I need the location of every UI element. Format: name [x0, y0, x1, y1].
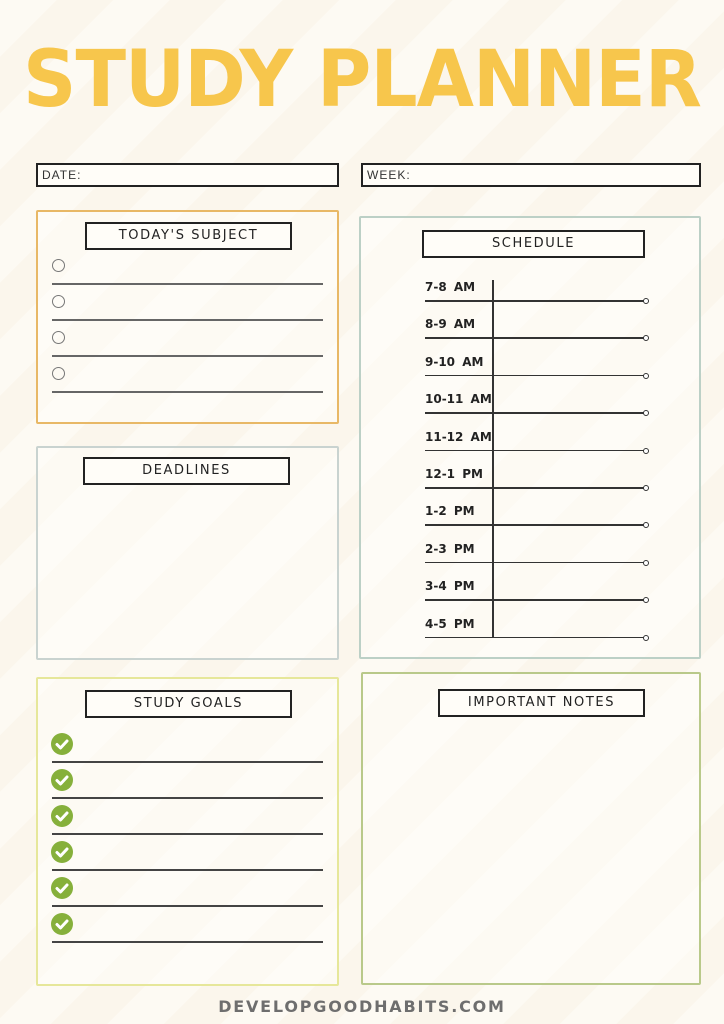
schedule-panel: SCHEDULE: [359, 216, 701, 659]
check-circle-icon: [51, 805, 73, 827]
important-notes-heading: IMPORTANT NOTES: [438, 689, 645, 717]
deadlines-panel[interactable]: DEADLINES: [36, 446, 339, 660]
goal-writing-line: [52, 941, 323, 943]
study-goals-panel: STUDY GOALS: [36, 677, 339, 986]
goal-writing-line: [52, 905, 323, 907]
study-goals-heading: STUDY GOALS: [85, 690, 292, 718]
line-end-dot-icon: [643, 447, 649, 454]
subject-writing-line: [52, 283, 323, 285]
time-slot-label: 10-11 AM: [425, 392, 492, 407]
checkbox-circle-icon[interactable]: [52, 259, 65, 272]
schedule-line: [425, 337, 645, 339]
week-label: WEEK:: [367, 168, 411, 182]
goal-writing-line: [52, 833, 323, 835]
checkbox-circle-icon[interactable]: [52, 367, 65, 380]
subject-writing-line: [52, 391, 323, 393]
todays-subject-heading: TODAY'S SUBJECT: [85, 222, 292, 250]
page-title: STUDY PLANNER: [23, 35, 702, 125]
deadlines-heading: DEADLINES: [83, 457, 290, 485]
schedule-line: [425, 374, 645, 377]
line-end-dot-icon: [643, 298, 649, 304]
time-slot-label: 4-5 PM: [425, 616, 475, 631]
important-notes-panel[interactable]: IMPORTANT NOTES: [361, 672, 701, 985]
line-end-dot-icon: [643, 485, 649, 491]
time-slot-label: 7-8 AM: [425, 280, 476, 294]
time-slot-label: 3-4 PM: [425, 579, 475, 594]
date-field[interactable]: DATE:: [36, 163, 339, 187]
time-slot-label: 1-2 PM: [425, 504, 475, 519]
subject-writing-line: [52, 319, 323, 321]
check-circle-icon: [51, 733, 73, 755]
time-slot-label: 11-12 AM: [425, 429, 492, 444]
check-circle-icon: [51, 769, 73, 791]
check-circle-icon: [51, 841, 73, 863]
schedule-line: [425, 524, 645, 526]
schedule-line: [425, 300, 645, 302]
time-slot-label: 2-3 PM: [425, 541, 475, 556]
checkbox-circle-icon[interactable]: [52, 331, 65, 344]
goal-writing-line: [52, 797, 323, 799]
time-slot-label: 8-9 AM: [425, 317, 476, 332]
checkbox-circle-icon[interactable]: [52, 295, 65, 308]
subject-writing-line: [52, 355, 323, 357]
check-circle-icon: [51, 913, 73, 935]
date-label: DATE:: [42, 168, 82, 182]
schedule-line: [425, 636, 645, 639]
schedule-heading: SCHEDULE: [422, 230, 645, 258]
time-slot-label: 12-1 PM: [425, 467, 483, 481]
schedule-line: [425, 599, 645, 601]
check-circle-icon: [51, 877, 73, 899]
goal-writing-line: [52, 869, 323, 871]
schedule-line: [425, 487, 645, 489]
line-end-dot-icon: [643, 372, 649, 379]
schedule-line: [425, 412, 645, 414]
schedule-line: [425, 449, 645, 452]
week-field[interactable]: WEEK:: [361, 163, 701, 187]
schedule-line: [425, 561, 645, 564]
line-end-dot-icon: [643, 559, 649, 566]
goal-writing-line: [52, 761, 323, 763]
schedule-divider: [492, 280, 494, 638]
time-slot-label: 9-10 AM: [425, 354, 484, 369]
footer-website: DEVELOPGOODHABITS.COM: [218, 997, 506, 1016]
line-end-dot-icon: [643, 634, 649, 641]
